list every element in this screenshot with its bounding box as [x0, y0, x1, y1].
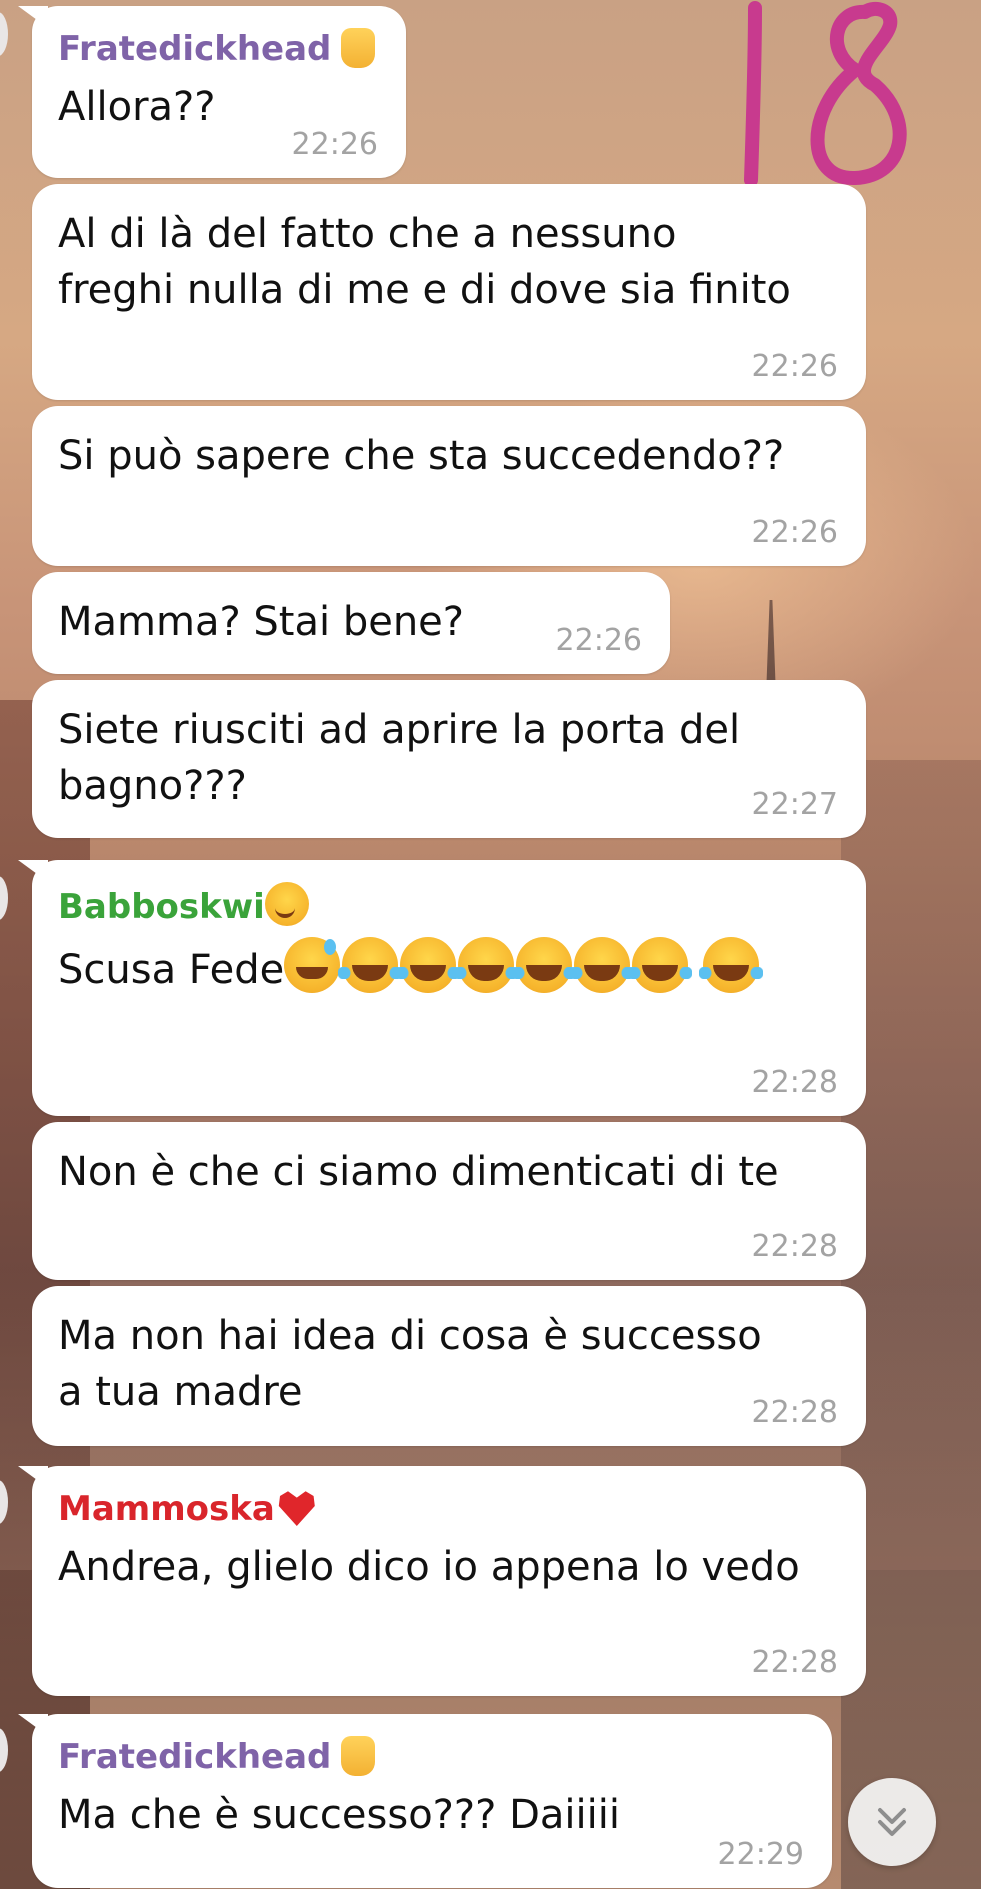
laugh-emoji: [628, 937, 693, 993]
message-time: 22:26: [291, 127, 378, 162]
message-time: 22:26: [751, 515, 838, 550]
message-bubble[interactable]: Non è che ci siamo dimenticati di te 22:…: [32, 1122, 866, 1280]
message-time: 22:28: [751, 1395, 838, 1430]
laugh-emoji: [570, 937, 635, 993]
handwritten-annotation: [744, 1, 907, 187]
sweat-smile-emoji: [284, 937, 341, 993]
hand-icon: [341, 28, 376, 68]
hand-icon: [341, 1736, 376, 1776]
message-text: Ma non hai idea di cosa è successo a tua…: [58, 1313, 762, 1415]
message-bubble[interactable]: Siete riusciti ad aprire la porta del ba…: [32, 680, 866, 838]
message-bubble[interactable]: Ma non hai idea di cosa è successo a tua…: [32, 1286, 866, 1446]
double-chevron-down-icon: [878, 1808, 906, 1836]
laugh-emoji: [396, 937, 461, 993]
message-time: 22:26: [751, 349, 838, 384]
message-bubble[interactable]: Fratedickhead Ma che è successo??? Daiii…: [32, 1714, 832, 1888]
message-text: Siete riusciti ad aprire la porta del ba…: [58, 707, 741, 809]
sender-name[interactable]: Babboskwi: [58, 882, 842, 927]
message-time: 22:27: [751, 787, 838, 822]
laugh-emoji: [698, 937, 763, 993]
laugh-emoji: [512, 937, 577, 993]
scroll-to-bottom-button[interactable]: [848, 1778, 936, 1866]
sender-name[interactable]: Fratedickhead: [58, 28, 382, 69]
message-time: 22:28: [751, 1229, 838, 1264]
message-bubble[interactable]: Babboskwi Scusa Fede 22:28: [32, 860, 866, 1116]
message-bubble[interactable]: Al di là del fatto che a nessuno freghi …: [32, 184, 866, 400]
message-text: Si può sapere che sta succedendo??: [58, 433, 785, 479]
message-text: Andrea, glielo dico io appena lo vedo: [58, 1544, 800, 1590]
message-text: Ma che è successo??? Daiiiii: [58, 1792, 620, 1838]
message-bubble[interactable]: Mamma? Stai bene? 22:26: [32, 572, 670, 674]
sender-name[interactable]: Mammoska: [58, 1488, 842, 1529]
message-bubble[interactable]: Mammoska Andrea, glielo dico io appena l…: [32, 1466, 866, 1696]
wink-emoji: [264, 882, 309, 926]
message-text: Al di là del fatto che a nessuno freghi …: [58, 211, 791, 313]
message-time: 22:28: [751, 1645, 838, 1680]
message-bubble[interactable]: Fratedickhead Allora?? 22:26: [32, 6, 406, 178]
message-time: 22:29: [717, 1837, 804, 1872]
heart-emoji: [278, 1491, 315, 1526]
message-time: 22:26: [555, 623, 642, 658]
laugh-emoji: [338, 937, 403, 993]
message-time: 22:28: [751, 1065, 838, 1100]
message-text: Scusa Fede: [58, 937, 842, 998]
message-bubble[interactable]: Si può sapere che sta succedendo?? 22:26: [32, 406, 866, 566]
message-text: Non è che ci siamo dimenticati di te: [58, 1149, 779, 1195]
sender-name[interactable]: Fratedickhead: [58, 1736, 808, 1777]
laugh-emoji: [454, 937, 519, 993]
